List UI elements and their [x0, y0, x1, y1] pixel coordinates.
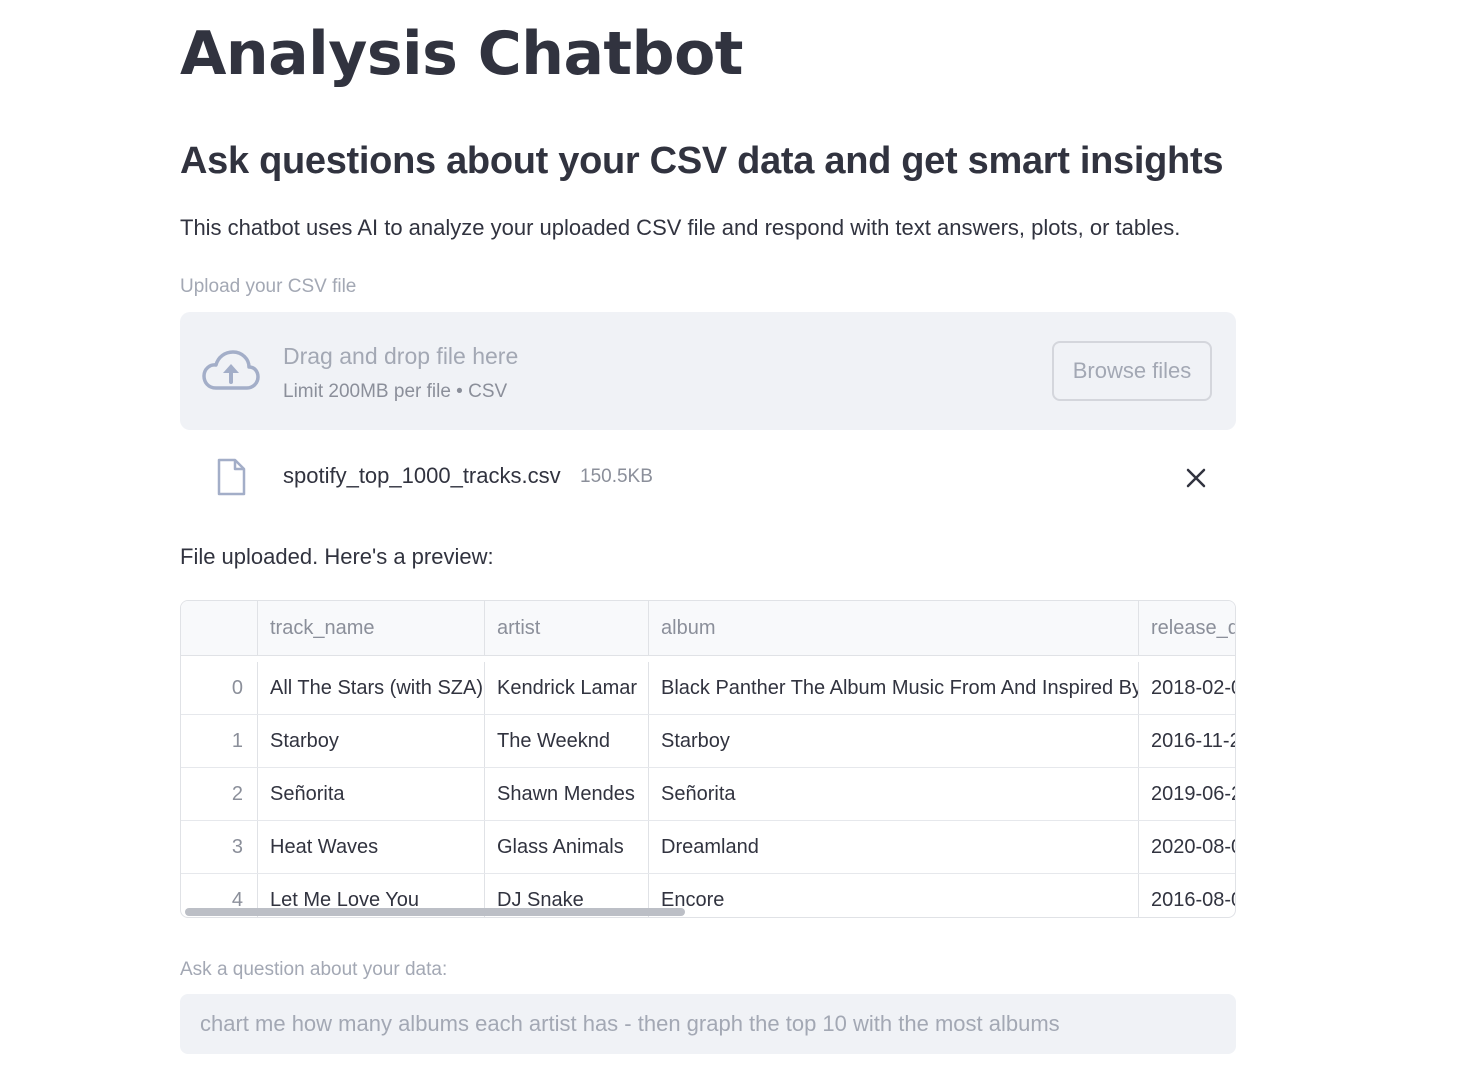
- page-description: This chatbot uses AI to analyze your upl…: [180, 215, 1181, 240]
- column-header-release-date[interactable]: release_d: [1139, 601, 1235, 655]
- cell-album[interactable]: Dreamland: [649, 821, 1139, 873]
- cell-album[interactable]: Señorita: [649, 768, 1139, 820]
- cell-track-name[interactable]: Señorita: [258, 768, 485, 820]
- column-header-artist[interactable]: artist: [485, 601, 649, 655]
- table-row[interactable]: 0 All The Stars (with SZA) Kendrick Lama…: [181, 662, 1235, 715]
- preview-label: File uploaded. Here's a preview:: [180, 544, 494, 569]
- column-header-album[interactable]: album: [649, 601, 1139, 655]
- cell-track-name[interactable]: Starboy: [258, 715, 485, 767]
- dropzone-instructions: Drag and drop file here: [283, 343, 519, 369]
- cell-album[interactable]: Starboy: [649, 715, 1139, 767]
- browse-files-button[interactable]: Browse files: [1052, 341, 1212, 401]
- upload-label: Upload your CSV file: [180, 276, 357, 297]
- question-input[interactable]: [180, 994, 1236, 1054]
- cell-release-date[interactable]: 2016-11-2: [1139, 715, 1235, 767]
- remove-file-button[interactable]: [1182, 464, 1210, 492]
- data-preview-table[interactable]: track_name artist album release_d 0 All …: [180, 600, 1236, 918]
- cell-release-date[interactable]: 2018-02-0: [1139, 662, 1235, 714]
- cell-release-date[interactable]: 2019-06-2: [1139, 768, 1235, 820]
- cell-album[interactable]: Black Panther The Album Music From And I…: [649, 662, 1139, 714]
- cell-album[interactable]: Encore: [649, 874, 1139, 917]
- column-header-track-name[interactable]: track_name: [258, 601, 485, 655]
- table-row[interactable]: 2 Señorita Shawn Mendes Señorita 2019-06…: [181, 768, 1235, 821]
- row-index: 0: [181, 662, 258, 714]
- page: Analysis Chatbot Ask questions about you…: [0, 0, 1468, 1080]
- table-row[interactable]: 1 Starboy The Weeknd Starboy 2016-11-2: [181, 715, 1235, 768]
- page-title: Analysis Chatbot: [180, 19, 743, 89]
- cell-artist[interactable]: Kendrick Lamar: [485, 662, 649, 714]
- dropzone-limit: Limit 200MB per file • CSV: [283, 381, 508, 402]
- cell-release-date[interactable]: 2020-08-0: [1139, 821, 1235, 873]
- page-subtitle: Ask questions about your CSV data and ge…: [180, 140, 1224, 182]
- uploaded-file: spotify_top_1000_tracks.csv 150.5KB: [180, 452, 1236, 504]
- column-header-index[interactable]: [181, 601, 258, 655]
- cell-release-date[interactable]: 2016-08-0: [1139, 874, 1235, 917]
- question-label: Ask a question about your data:: [180, 959, 448, 980]
- file-dropzone[interactable]: Drag and drop file here Limit 200MB per …: [180, 312, 1236, 430]
- file-icon: [217, 458, 246, 496]
- cell-artist[interactable]: Glass Animals: [485, 821, 649, 873]
- cell-artist[interactable]: The Weeknd: [485, 715, 649, 767]
- row-index: 1: [181, 715, 258, 767]
- close-icon: [1186, 468, 1206, 488]
- row-index: 2: [181, 768, 258, 820]
- cell-track-name[interactable]: All The Stars (with SZA): [258, 662, 485, 714]
- row-index: 3: [181, 821, 258, 873]
- file-size: 150.5KB: [580, 466, 653, 487]
- table-header-row: track_name artist album release_d: [181, 601, 1235, 656]
- cell-track-name[interactable]: Heat Waves: [258, 821, 485, 873]
- table-row[interactable]: 3 Heat Waves Glass Animals Dreamland 202…: [181, 821, 1235, 874]
- cell-artist[interactable]: Shawn Mendes: [485, 768, 649, 820]
- file-name: spotify_top_1000_tracks.csv: [283, 463, 561, 488]
- cloud-upload-icon: [202, 350, 260, 390]
- horizontal-scrollbar[interactable]: [185, 908, 685, 916]
